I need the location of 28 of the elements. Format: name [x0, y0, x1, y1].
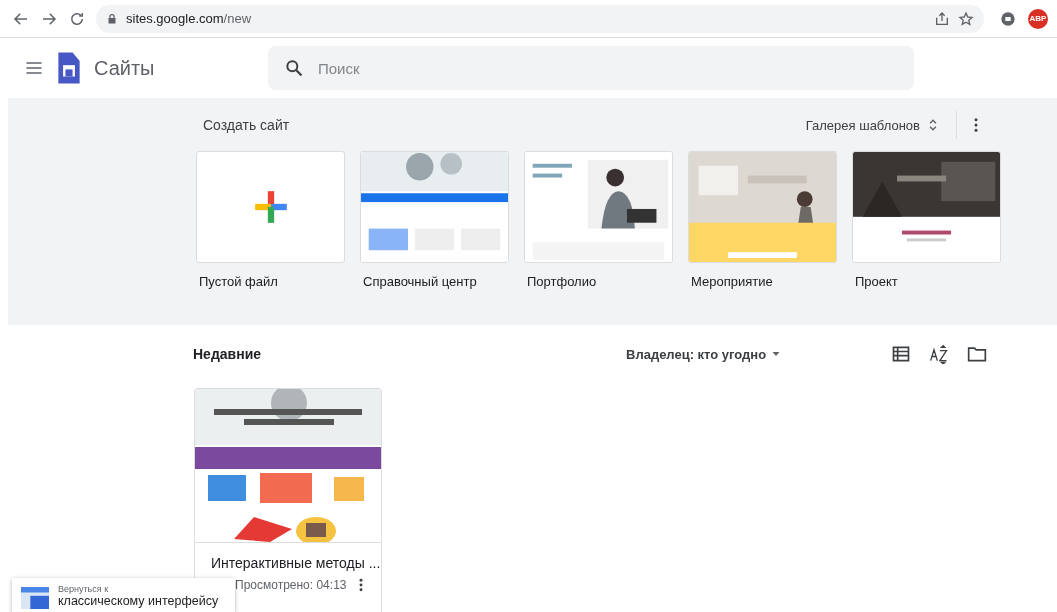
sites-logo-icon [56, 51, 82, 85]
sort-az-icon[interactable] [929, 344, 949, 364]
lock-icon [106, 12, 118, 25]
share-icon[interactable] [934, 10, 950, 27]
search-bar[interactable]: Поиск [268, 46, 914, 90]
url-text: sites.google.com/new [126, 11, 252, 26]
list-view-icon[interactable] [891, 344, 911, 364]
search-field[interactable]: Поиск [318, 53, 898, 83]
template-label: Портфолио [526, 274, 598, 289]
template-label: Справочный центр [362, 274, 478, 289]
template-gallery-button[interactable]: Галерея шаблонов [801, 115, 944, 135]
app-title: Сайты [94, 56, 156, 80]
extension-badge[interactable]: ABP [1028, 8, 1048, 29]
search-icon[interactable] [284, 58, 304, 78]
star-icon[interactable] [958, 10, 974, 27]
toast-caption: Вернуться к [58, 584, 110, 594]
classic-sites-icon[interactable] [21, 587, 49, 609]
folder-icon[interactable] [967, 344, 987, 364]
template-label: Мероприятие [690, 274, 774, 289]
template-label: Пустой файл [198, 274, 279, 289]
viewed-time: Просмотрено: 04:13 [235, 578, 347, 592]
owner-filter-dropdown[interactable]: Владелец: кто угодно [626, 346, 783, 362]
address-bar[interactable]: sites.google.com/new [96, 4, 984, 33]
section-title: Недавние [193, 346, 263, 362]
template-label: Проект [854, 274, 899, 289]
extension-icon[interactable] [1000, 10, 1016, 27]
section-title: Создать сайт [203, 117, 291, 133]
site-title: Интерактивные методы ... [210, 554, 381, 571]
